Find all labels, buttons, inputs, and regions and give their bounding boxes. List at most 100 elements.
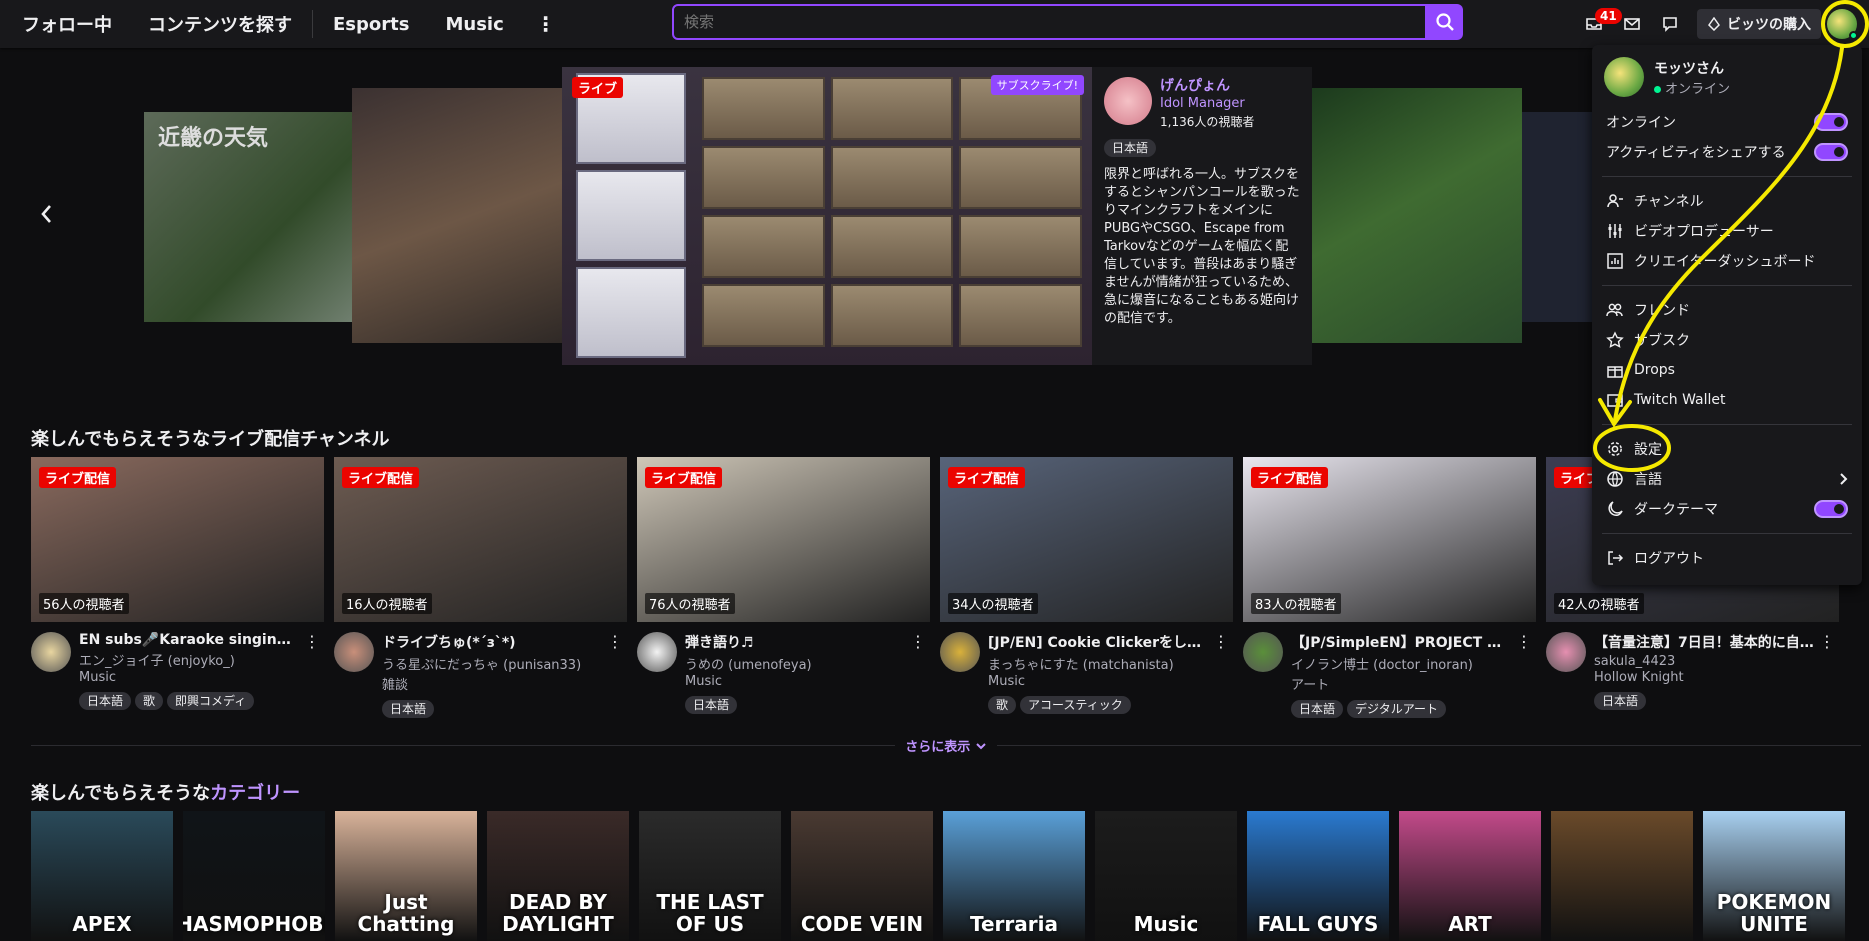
channel-tag[interactable]: 日本語 — [79, 692, 132, 710]
category-card[interactable] — [1551, 811, 1693, 941]
section-title-accent[interactable]: カテゴリー — [210, 783, 300, 804]
category-card[interactable]: PHASMOPHOBIA — [183, 811, 325, 941]
streamer-avatar[interactable] — [1104, 77, 1152, 125]
category-card[interactable]: Music — [1095, 811, 1237, 941]
get-bits-button[interactable]: ビッツの購入 — [1697, 9, 1821, 39]
nav-music[interactable]: Music — [427, 14, 521, 35]
category-card[interactable]: Terraria — [943, 811, 1085, 941]
channel-name[interactable]: イノラン博士 (doctor_inoran) — [1291, 654, 1511, 673]
channel-avatar[interactable] — [1243, 632, 1283, 672]
channel-name[interactable]: うる星ぷにだっちゃ (punisan33) — [382, 654, 602, 673]
nav-esports[interactable]: Esports — [315, 14, 427, 35]
menu-item-language[interactable]: 言語 — [1602, 464, 1852, 494]
stream-title[interactable]: 【音量注意】7日目！基本的に自... — [1594, 632, 1814, 652]
search-input[interactable] — [672, 4, 1427, 40]
category-card[interactable]: THE LAST OF US — [639, 811, 781, 941]
category-card[interactable]: CODE VEIN — [791, 811, 933, 941]
channel-tag[interactable]: デジタルアート — [1347, 700, 1447, 718]
stream-game[interactable]: Idol Manager — [1160, 95, 1254, 113]
channel-tag[interactable]: 歌 — [988, 696, 1017, 714]
dark-theme-toggle[interactable] — [1814, 500, 1848, 518]
more-options-icon[interactable]: ⋮ — [607, 632, 623, 651]
channel-thumbnail[interactable]: ライブ配信 34人の視聴者 — [940, 457, 1233, 622]
stream-title[interactable]: 【JP/SimpleEN】PROJECT DR... — [1291, 632, 1511, 652]
menu-item-creator-dashboard[interactable]: クリエイターダッシュボード — [1602, 246, 1852, 276]
channel-tag[interactable]: 日本語 — [685, 696, 738, 714]
user-avatar-button[interactable] — [1827, 9, 1858, 40]
more-menu-icon[interactable]: ⋮ — [522, 12, 570, 36]
more-options-icon[interactable]: ⋮ — [910, 632, 926, 651]
stream-category[interactable]: アート — [1291, 674, 1511, 693]
carousel-stream-thumb[interactable] — [352, 88, 592, 343]
channel-name[interactable]: うめの (umenofeya) — [685, 654, 905, 673]
menu-item-settings[interactable]: 設定 — [1602, 434, 1852, 464]
carousel-prev-button[interactable] — [38, 202, 54, 233]
stream-title[interactable]: ドライブちゅ(*´з`*) — [382, 632, 602, 652]
stream-category[interactable]: Music — [988, 674, 1208, 689]
channel-thumbnail[interactable]: ライブ配信 83人の視聴者 — [1243, 457, 1536, 622]
category-card[interactable]: POKEMON UNITE — [1703, 811, 1845, 941]
stream-category[interactable]: 雑談 — [382, 674, 602, 693]
channel-tag[interactable]: 即興コメディ — [167, 692, 255, 710]
category-card[interactable]: ART — [1399, 811, 1541, 941]
channel-avatar[interactable] — [637, 632, 677, 672]
category-card[interactable]: APEX — [31, 811, 173, 941]
channel-tag[interactable]: 日本語 — [1594, 692, 1647, 710]
notifications-button[interactable]: 41 — [1577, 7, 1622, 41]
nav-following[interactable]: フォロー中 — [0, 11, 130, 37]
featured-stream-player[interactable]: ライブ サブスクライブ! — [562, 67, 1092, 365]
channel-avatar[interactable] — [31, 632, 71, 672]
category-card[interactable]: DEAD BY DAYLIGHT — [487, 811, 629, 941]
live-channel-card[interactable]: ライブ配信 16人の視聴者 ドライブちゅ(*´з`*) うる星ぷにだっちゃ (p… — [334, 457, 627, 718]
channel-thumbnail[interactable]: ライブ配信 76人の視聴者 — [637, 457, 930, 622]
channel-tag[interactable]: 日本語 — [382, 700, 435, 718]
channel-tag[interactable]: アコースティック — [1020, 696, 1131, 714]
channel-name[interactable]: エン_ジョイ子 (enjoyko_) — [79, 650, 299, 669]
messages-button[interactable] — [1615, 7, 1649, 41]
streamer-name[interactable]: げんぴょん — [1160, 77, 1254, 95]
nav-browse[interactable]: コンテンツを探す — [130, 11, 310, 37]
menu-share-activity-row[interactable]: アクティビティをシェアする — [1602, 137, 1852, 167]
stream-category[interactable]: Music — [685, 674, 905, 689]
carousel-stream-thumb[interactable] — [1312, 88, 1522, 343]
channel-tag[interactable]: 歌 — [135, 692, 164, 710]
live-channel-card[interactable]: ライブ配信 34人の視聴者 [JP/EN] Cookie Clickerをしな.… — [940, 457, 1233, 718]
stream-title[interactable]: [JP/EN] Cookie Clickerをしな... — [988, 632, 1208, 652]
menu-item-video-producer[interactable]: ビデオプロデューサー — [1602, 216, 1852, 246]
more-options-icon[interactable]: ⋮ — [1516, 632, 1532, 651]
more-options-icon[interactable]: ⋮ — [1213, 632, 1229, 651]
channel-name[interactable]: sakula_4423 — [1594, 654, 1814, 669]
stream-category[interactable]: Music — [79, 670, 299, 685]
menu-item-friends[interactable]: フレンド — [1602, 295, 1852, 325]
more-options-icon[interactable]: ⋮ — [1819, 632, 1835, 651]
channel-thumbnail[interactable]: ライブ配信 16人の視聴者 — [334, 457, 627, 622]
live-channel-card[interactable]: ライブ配信 76人の視聴者 弾き語り♬ うめの (umenofeya) Musi… — [637, 457, 930, 718]
menu-item-logout[interactable]: ログアウト — [1602, 543, 1852, 573]
whispers-button[interactable] — [1653, 7, 1687, 41]
channel-avatar[interactable] — [334, 632, 374, 672]
menu-item-dark-theme[interactable]: ダークテーマ — [1602, 494, 1852, 524]
stream-title[interactable]: 弾き語り♬ — [685, 632, 905, 652]
channel-name[interactable]: まっちゃにすた (matchanista) — [988, 654, 1208, 673]
more-options-icon[interactable]: ⋮ — [304, 632, 320, 651]
menu-item-wallet[interactable]: Twitch Wallet — [1602, 385, 1852, 415]
channel-avatar[interactable] — [940, 632, 980, 672]
stream-category[interactable]: Hollow Knight — [1594, 670, 1814, 685]
menu-item-drops[interactable]: Drops — [1602, 355, 1852, 385]
channel-avatar[interactable] — [1546, 632, 1586, 672]
menu-item-subs[interactable]: サブスク — [1602, 325, 1852, 355]
menu-online-toggle-row[interactable]: オンライン — [1602, 107, 1852, 137]
stream-title[interactable]: EN subs🎤Karaoke singing🎶... — [79, 632, 299, 648]
menu-item-channel[interactable]: チャンネル — [1602, 186, 1852, 216]
channel-thumbnail[interactable]: ライブ配信 56人の視聴者 — [31, 457, 324, 622]
live-channel-card[interactable]: ライブ配信 83人の視聴者 【JP/SimpleEN】PROJECT DR...… — [1243, 457, 1536, 718]
stream-tag[interactable]: 日本語 — [1104, 139, 1157, 157]
category-card[interactable]: Just Chatting — [335, 811, 477, 941]
online-toggle[interactable] — [1814, 113, 1848, 131]
show-more-button[interactable]: さらに表示 — [895, 736, 997, 755]
live-channel-card[interactable]: ライブ配信 56人の視聴者 EN subs🎤Karaoke singing🎶..… — [31, 457, 324, 718]
share-activity-toggle[interactable] — [1814, 143, 1848, 161]
search-button[interactable] — [1427, 4, 1463, 40]
category-card[interactable]: FALL GUYS — [1247, 811, 1389, 941]
channel-tag[interactable]: 日本語 — [1291, 700, 1344, 718]
